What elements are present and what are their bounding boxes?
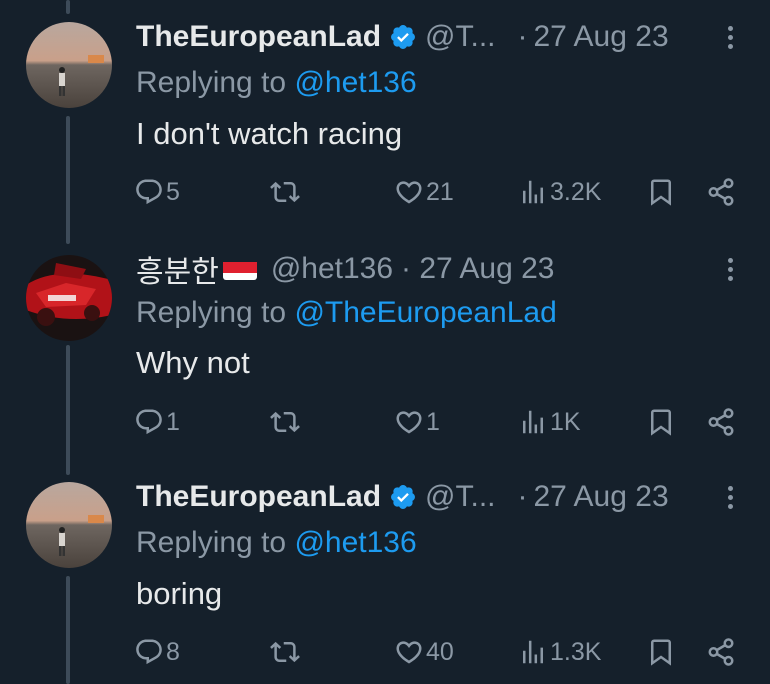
heart-icon [396, 641, 422, 664]
handle[interactable]: @T... [425, 20, 495, 54]
replying-to: Replying to @TheEuropeanLad [136, 296, 557, 330]
view-count: 3.2K [550, 177, 602, 206]
tweet-text: boring [136, 576, 223, 611]
tweet-text: I don't watch racing [136, 116, 403, 151]
retweet-icon [270, 641, 300, 663]
verified-badge-icon [391, 485, 415, 509]
avatar[interactable] [26, 482, 112, 568]
more-options-icon[interactable] [718, 257, 742, 281]
tweet-text: Why not [136, 345, 250, 380]
replying-to: Replying to @het136 [136, 66, 417, 100]
avatar[interactable] [26, 22, 112, 108]
separator-dot: · [517, 20, 528, 53]
handle[interactable]: @T... [425, 480, 495, 514]
timestamp[interactable]: 27 Aug 23 [534, 480, 669, 514]
retweet-button[interactable] [270, 172, 300, 212]
display-name[interactable]: 흥분한 [136, 247, 219, 291]
bookmark-icon [651, 639, 671, 666]
avatar[interactable] [26, 255, 112, 341]
views-button[interactable]: 3.2K [518, 172, 601, 212]
view-count: 1K [550, 407, 581, 436]
replying-mention-link[interactable]: @TheEuropeanLad [294, 296, 556, 329]
share-button[interactable] [706, 402, 736, 442]
reply-icon [136, 639, 162, 665]
share-icon [708, 408, 734, 436]
like-count: 1 [426, 407, 440, 436]
reply-count: 5 [166, 177, 180, 206]
handle[interactable]: @het136 [271, 252, 393, 286]
tweet[interactable]: TheEuropeanLad @T... · 27 Aug 23 Replyin… [0, 0, 770, 230]
share-button[interactable] [706, 172, 736, 212]
like-count: 40 [426, 637, 454, 666]
verified-badge-icon [391, 25, 415, 49]
more-options-icon[interactable] [718, 25, 742, 49]
share-button[interactable] [706, 632, 736, 672]
view-count: 1.3K [550, 637, 602, 666]
action-bar: 1 1 1K [134, 402, 744, 442]
replying-prefix: Replying to [136, 526, 287, 559]
analytics-icon [523, 410, 543, 434]
share-icon [708, 178, 734, 206]
timestamp[interactable]: 27 Aug 23 [534, 20, 669, 54]
tweet-header: 흥분한 @het136 · 27 Aug 23 [136, 249, 750, 289]
views-button[interactable]: 1K [518, 402, 581, 442]
display-name[interactable]: TheEuropeanLad [136, 480, 381, 514]
reply-icon [136, 409, 162, 435]
replying-to: Replying to @het136 [136, 526, 417, 560]
retweet-button[interactable] [270, 402, 300, 442]
analytics-icon [523, 180, 543, 204]
bookmark-button[interactable] [646, 632, 676, 672]
separator-dot: · [517, 480, 528, 513]
more-options-icon[interactable] [718, 485, 742, 509]
like-button[interactable]: 1 [394, 402, 440, 442]
replying-prefix: Replying to [136, 296, 287, 329]
tweet-header: TheEuropeanLad @T... · 27 Aug 23 [136, 17, 750, 57]
action-bar: 5 21 3.2K [134, 172, 744, 212]
reply-icon [136, 179, 162, 205]
like-count: 21 [426, 177, 454, 206]
heart-icon [396, 411, 422, 434]
retweet-icon [270, 181, 300, 203]
tweet[interactable]: TheEuropeanLad @T... · 27 Aug 23 Replyin… [0, 460, 770, 684]
views-button[interactable]: 1.3K [518, 632, 601, 672]
bookmark-button[interactable] [646, 172, 676, 212]
reply-count: 8 [166, 637, 180, 666]
display-name[interactable]: TheEuropeanLad [136, 20, 381, 54]
share-icon [708, 638, 734, 666]
reply-count: 1 [166, 407, 180, 436]
tweet-header: TheEuropeanLad @T... · 27 Aug 23 [136, 477, 750, 517]
retweet-button[interactable] [270, 632, 300, 672]
reply-button[interactable]: 1 [134, 402, 180, 442]
action-bar: 8 40 1.3K [134, 632, 744, 672]
flag-indonesia-monaco-icon [222, 258, 257, 280]
reply-button[interactable]: 5 [134, 172, 180, 212]
replying-mention-link[interactable]: @het136 [294, 66, 416, 99]
reply-button[interactable]: 8 [134, 632, 180, 672]
analytics-icon [523, 640, 543, 664]
retweet-icon [270, 411, 300, 433]
bookmark-button[interactable] [646, 402, 676, 442]
heart-icon [396, 181, 422, 204]
replying-prefix: Replying to [136, 66, 287, 99]
timestamp[interactable]: · 27 Aug 23 [401, 252, 554, 286]
avatar-person-desert-icon [26, 22, 112, 108]
like-button[interactable]: 40 [394, 632, 454, 672]
like-button[interactable]: 21 [394, 172, 454, 212]
tweet[interactable]: 흥분한 @het136 · 27 Aug 23 Replying to @The… [0, 230, 770, 460]
replying-mention-link[interactable]: @het136 [294, 526, 416, 559]
bookmark-icon [651, 409, 671, 436]
bookmark-icon [651, 179, 671, 206]
avatar-person-desert-icon [26, 482, 112, 568]
avatar-racing-car-icon [26, 255, 112, 341]
